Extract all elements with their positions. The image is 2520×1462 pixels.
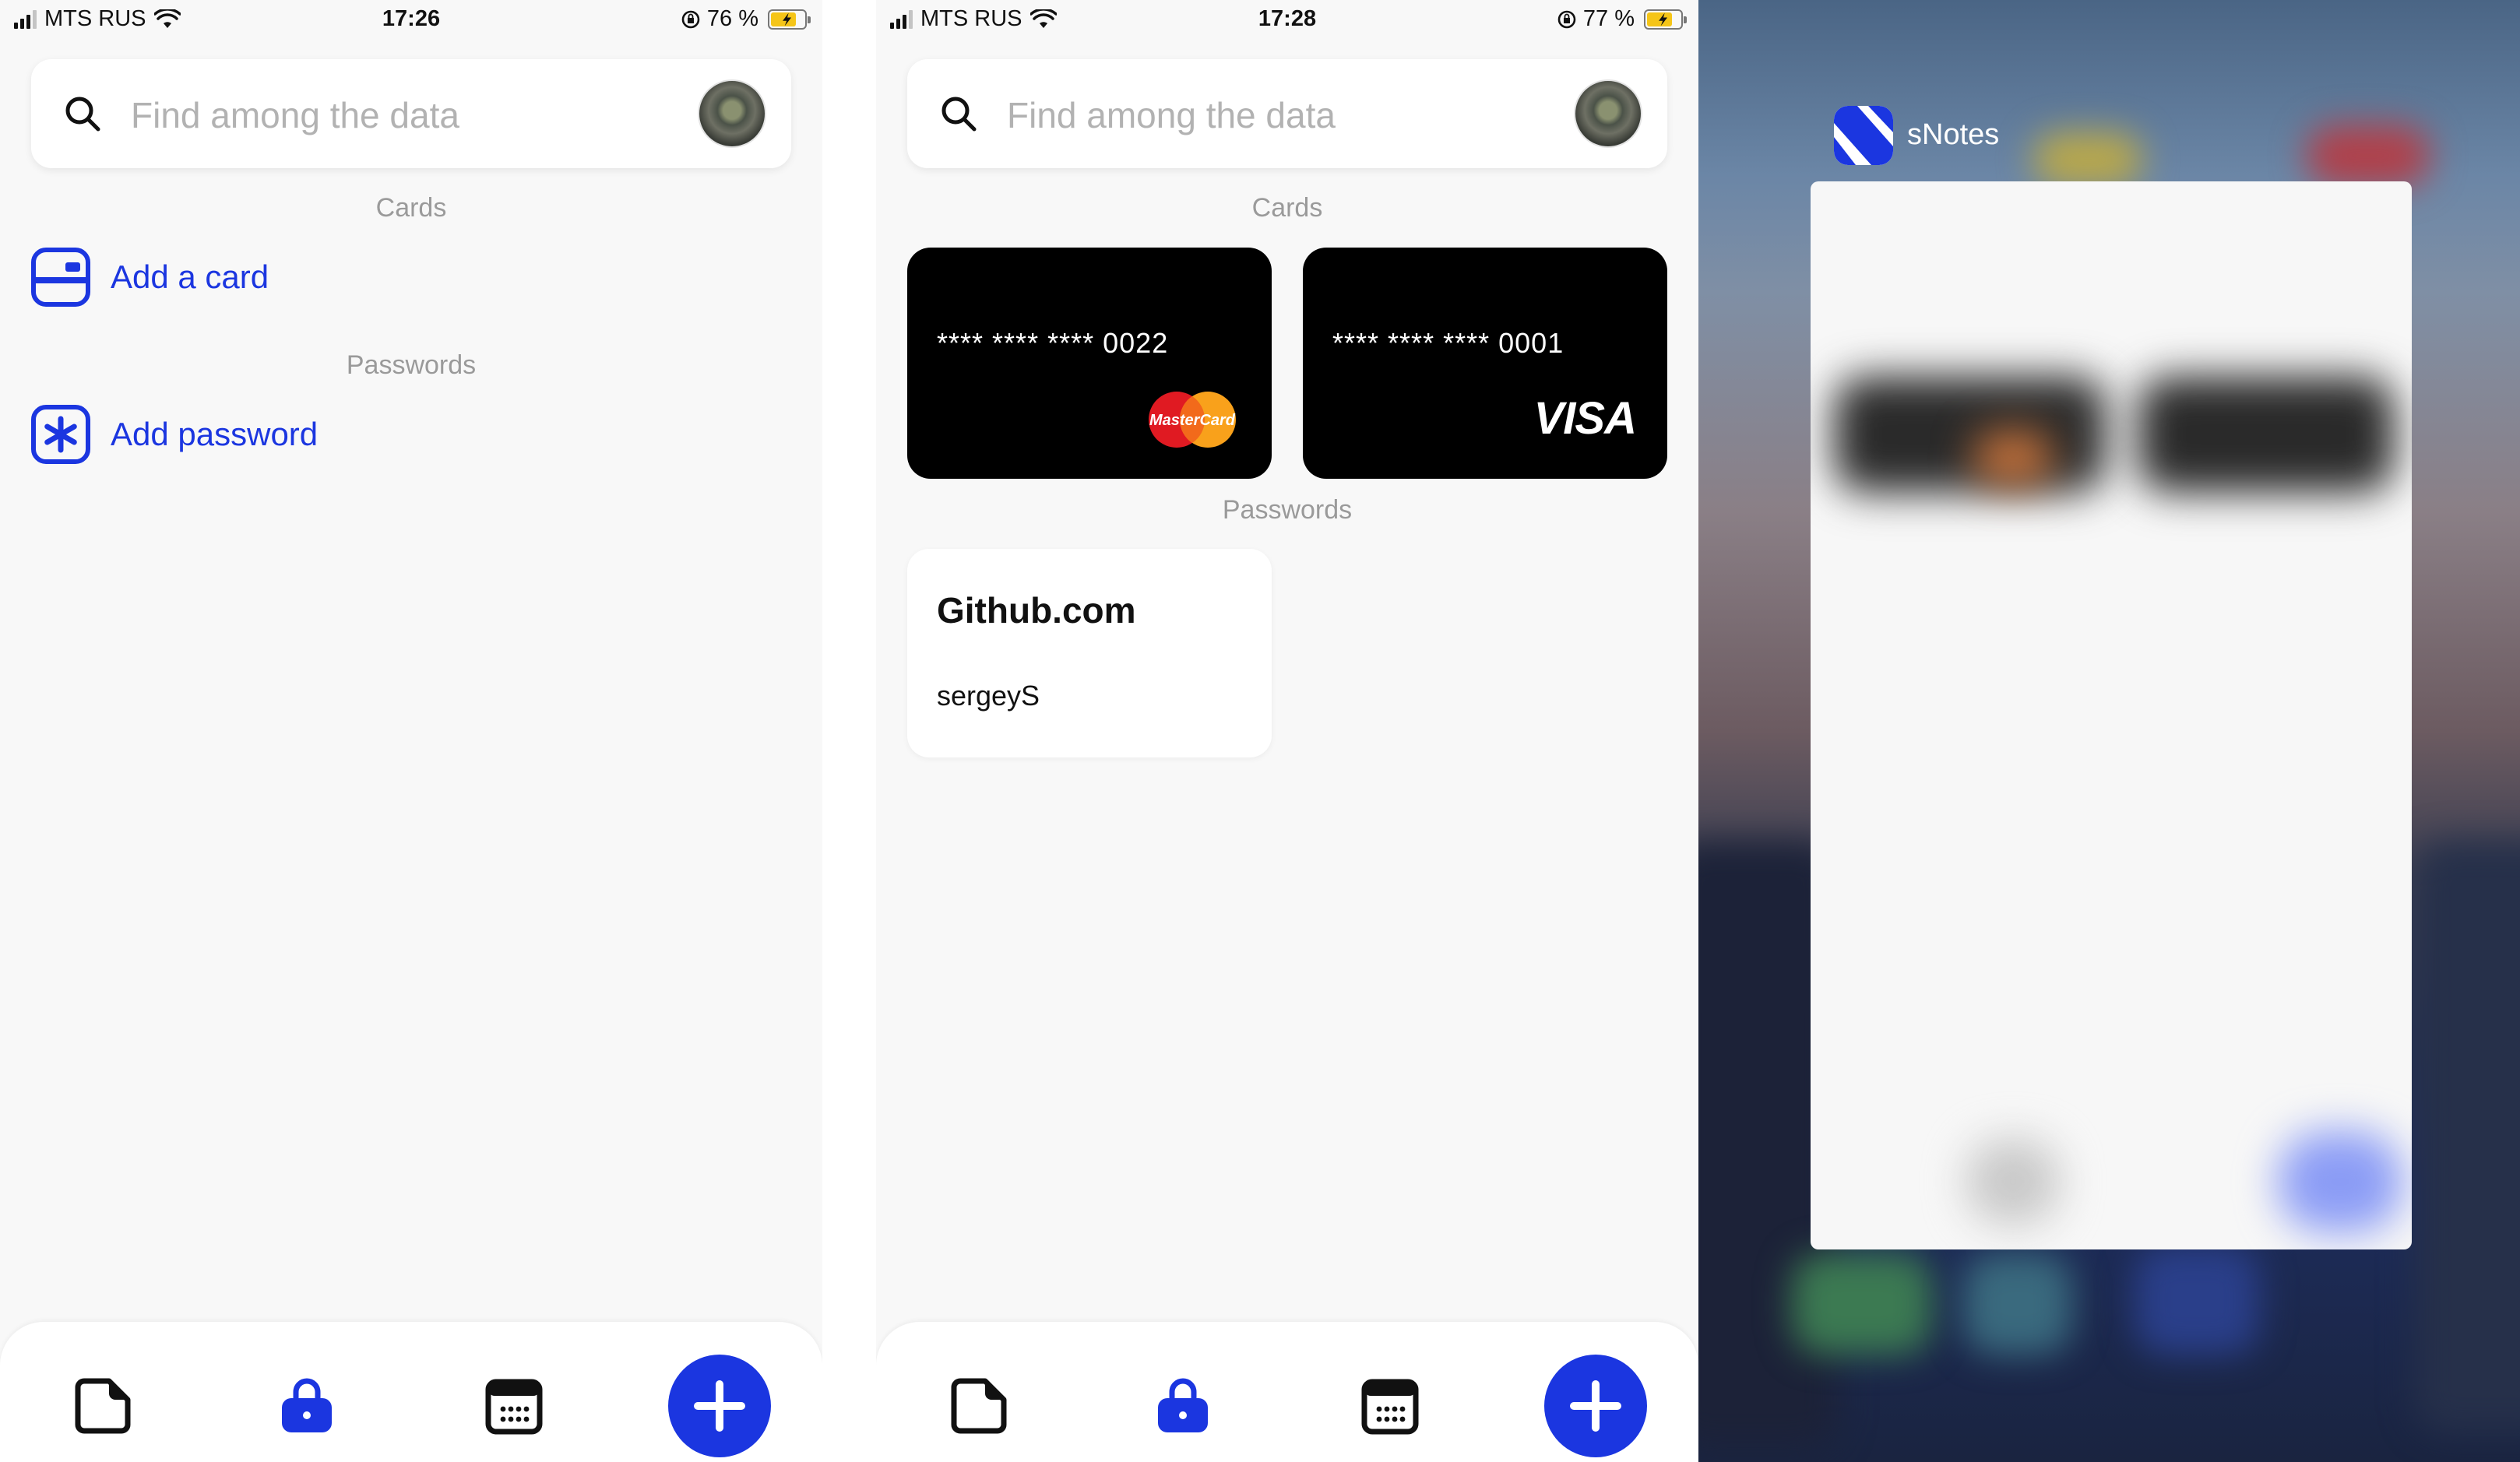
add-password-button[interactable]: Add password [31, 402, 318, 467]
snotes-logo-icon[interactable] [1834, 106, 1893, 165]
section-title-passwords: Passwords [1222, 495, 1353, 525]
mastercard-logo-text: MasterCard [1149, 412, 1236, 429]
app-snapshot[interactable] [1811, 181, 2412, 1249]
status-bar: MTS RUS 17:26 76 % [0, 0, 822, 44]
add-password-label: Add password [111, 416, 319, 452]
password-username: sergeyS [937, 680, 1040, 712]
app-name: sNotes [1907, 118, 2000, 151]
add-card-label: Add a card [111, 258, 269, 295]
notes-icon[interactable] [949, 1376, 1008, 1436]
tab-bar [0, 1322, 822, 1462]
mastercard-logo-icon: MasterCard [1149, 392, 1236, 448]
add-button[interactable] [668, 1355, 771, 1457]
vault-icon[interactable] [1153, 1376, 1212, 1436]
section-title-cards: Cards [375, 193, 447, 223]
battery-percent: 77 % [1582, 6, 1635, 31]
vault-icon[interactable] [277, 1376, 336, 1436]
calendar-icon[interactable] [1360, 1376, 1420, 1436]
card-icon [31, 248, 90, 307]
phone-screen-filled: MTS RUS 17:28 77 % Find among the data C… [876, 0, 1698, 1462]
battery-icon [768, 9, 811, 30]
search-icon [65, 97, 100, 132]
visa-logo-text: VISA [1533, 393, 1637, 444]
notes-icon[interactable] [73, 1376, 132, 1436]
card-mastercard[interactable]: **** **** **** 0022 MasterCard [907, 248, 1272, 479]
plus-icon [1570, 1380, 1621, 1432]
orientation-lock-icon [681, 10, 700, 28]
battery-icon [1644, 9, 1687, 30]
add-button[interactable] [1544, 1355, 1647, 1457]
orientation-lock-icon [1557, 10, 1576, 28]
password-site: Github.com [937, 590, 1136, 631]
tab-bar [876, 1322, 1698, 1462]
avatar[interactable] [698, 79, 766, 148]
search-icon [941, 97, 977, 132]
card-number: **** **** **** 0001 [1332, 327, 1564, 359]
phone-screen-empty: MTS RUS 17:26 76 % Find among the data C… [0, 0, 822, 1462]
password-card[interactable]: Github.com sergeyS [907, 549, 1272, 757]
card-number: **** **** **** 0022 [937, 327, 1169, 359]
search-bar[interactable]: Find among the data [907, 59, 1667, 168]
battery-percent: 76 % [706, 6, 758, 31]
section-title-passwords: Passwords [346, 350, 477, 380]
asterisk-icon [31, 405, 90, 464]
calendar-icon[interactable] [484, 1376, 544, 1436]
status-bar: MTS RUS 17:28 77 % [876, 0, 1698, 44]
avatar[interactable] [1574, 79, 1642, 148]
section-title-cards: Cards [1251, 193, 1323, 223]
search-bar[interactable]: Find among the data [31, 59, 791, 168]
app-switcher: sNotes [1698, 0, 2520, 1462]
search-input[interactable]: Find among the data [1007, 94, 1336, 136]
plus-icon [694, 1380, 745, 1432]
search-input[interactable]: Find among the data [131, 94, 459, 136]
card-visa[interactable]: **** **** **** 0001 VISA [1303, 248, 1667, 479]
add-card-button[interactable]: Add a card [31, 244, 269, 310]
